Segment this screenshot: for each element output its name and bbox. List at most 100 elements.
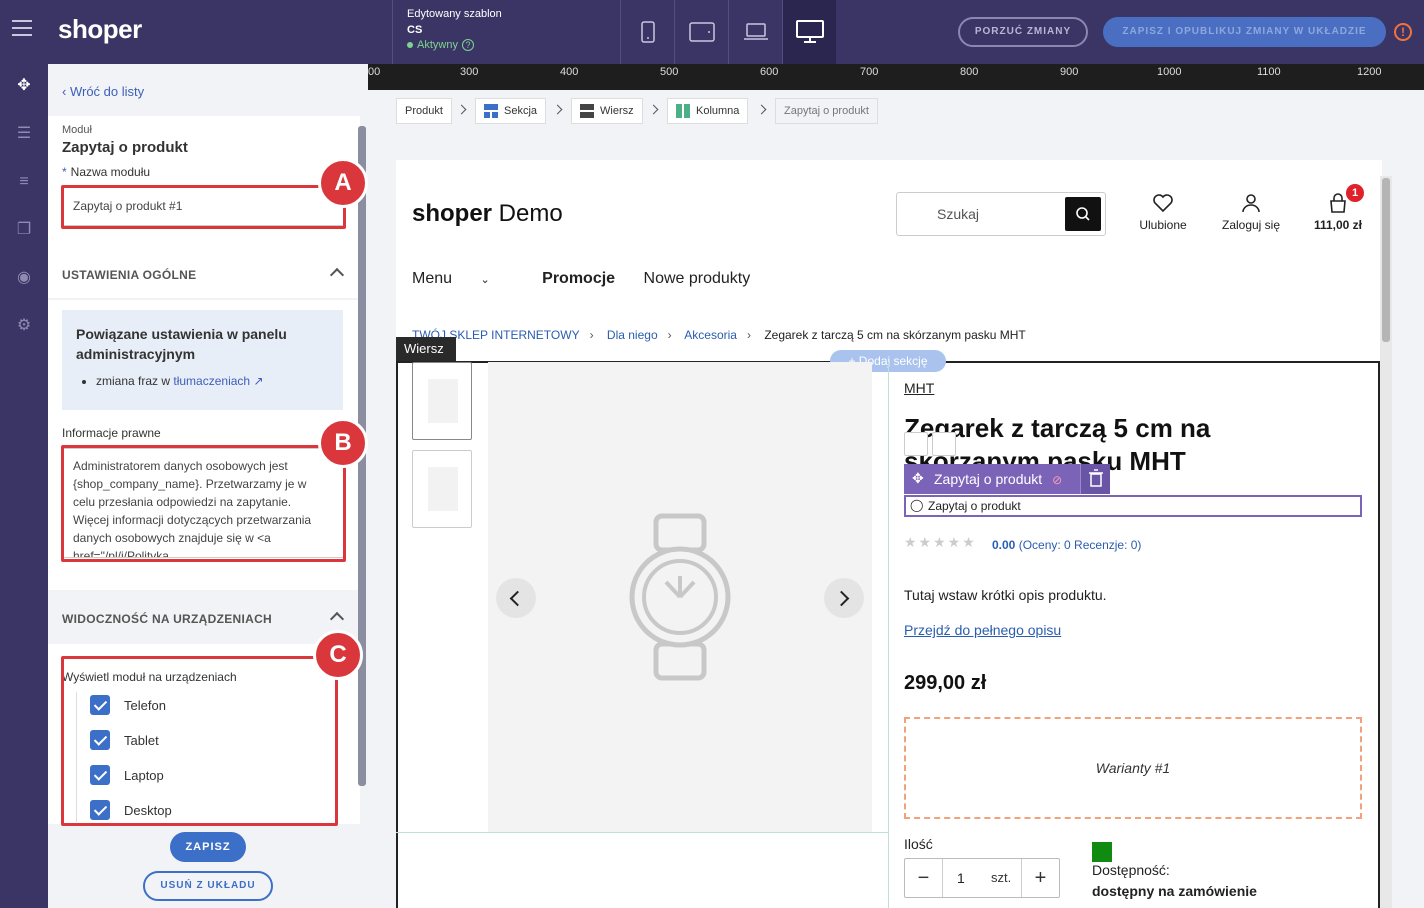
store-search-input[interactable]: Szukaj	[896, 192, 1106, 236]
variants-placeholder[interactable]: Warianty #1	[904, 717, 1362, 819]
related-settings-box: Powiązane ustawienia w panelu administra…	[62, 310, 343, 410]
phone-icon[interactable]	[620, 0, 674, 64]
availability-value: dostępny na zamówienie	[1092, 883, 1257, 899]
panel-footer: ZAPISZ USUŃ Z UKŁADU	[48, 824, 368, 908]
ruler-label: 800	[960, 66, 979, 78]
move-icon[interactable]: ✥	[912, 470, 924, 487]
publish-button[interactable]: ZAPISZ I OPUBLIKUJ ZMIANY W UKŁADZIE	[1103, 17, 1386, 47]
nav-new-products[interactable]: Nowe produkty	[644, 270, 751, 287]
increment-button[interactable]: +	[1021, 859, 1059, 897]
save-button[interactable]: ZAPISZ	[170, 832, 246, 862]
breadcrumb-module: Zapytaj o produkt	[775, 98, 878, 124]
remove-from-layout-button[interactable]: USUŃ Z UKŁADU	[143, 871, 273, 901]
product-main-image[interactable]	[488, 362, 872, 832]
cart-total: 111,00 zł	[1313, 218, 1363, 232]
brand-link[interactable]: MHT	[904, 380, 934, 396]
short-description: Tutaj wstaw krótki opis produktu.	[904, 587, 1107, 603]
module-label: Moduł	[62, 124, 92, 136]
row-guide	[396, 832, 888, 833]
quantity-value[interactable]: 1	[957, 870, 965, 886]
rating-summary[interactable]: 0.00 (Oceny: 0 Recenzje: 0)	[992, 538, 1141, 552]
gear-icon[interactable]: ⚙	[14, 316, 34, 336]
breadcrumb-product[interactable]: Produkt	[396, 98, 452, 124]
section-icon[interactable]	[904, 432, 928, 456]
external-link-icon: ↗	[253, 374, 264, 388]
preview-scrollbar[interactable]	[1380, 176, 1392, 908]
heart-icon	[1152, 192, 1174, 214]
decrement-button[interactable]: −	[905, 859, 943, 897]
nav-menu-label: Menu	[412, 270, 453, 287]
row-icon	[580, 104, 594, 118]
app-logo: shoper	[58, 14, 142, 44]
breadcrumb-column[interactable]: Kolumna	[667, 98, 749, 124]
chevron-up-icon	[329, 267, 345, 283]
annotation-badge-b: B	[318, 418, 368, 468]
ruler-label: 1200	[1357, 66, 1382, 78]
pages-icon[interactable]: ❐	[14, 220, 34, 240]
visibility-header[interactable]: WIDOCZNOŚĆ NA URZĄDZENIACH	[48, 594, 360, 644]
visibility-title: WIDOCZNOŚĆ NA URZĄDZENIACH	[62, 612, 273, 626]
module-name-label-text: Nazwa modułu	[70, 165, 151, 179]
ruler-label: 700	[860, 66, 879, 78]
store-breadcrumb: TWÓJ SKLEP INTERNETOWY › Dla niego › Akces…	[412, 328, 1026, 342]
help-icon[interactable]: ?	[461, 39, 474, 51]
quantity-stepper[interactable]: − 1 szt. +	[904, 858, 1060, 898]
breadcrumb-label: Produkt	[405, 105, 443, 117]
laptop-icon[interactable]	[728, 0, 782, 64]
ruler: 00 300 400 500 600 700 800 900 1000 1100…	[368, 64, 1424, 90]
watch-thumbnail-icon	[428, 379, 458, 423]
product-thumbnail[interactable]	[412, 450, 472, 528]
translations-link[interactable]: tłumaczeniach	[173, 374, 250, 388]
module-toolbar[interactable]: ✥ Zapytaj o produkt ⊘	[904, 464, 1110, 494]
annotation-badge-a: A	[318, 158, 368, 208]
full-description-link[interactable]: Przejdź do pełnego opisu	[904, 622, 1061, 638]
product-info-column: MHT Zegarek z tarczą 5 cm na skórzanym p…	[888, 362, 1378, 908]
sections-icon[interactable]: ☰	[14, 124, 34, 144]
login-link[interactable]: Zaloguj się	[1216, 192, 1286, 232]
next-image-button[interactable]	[824, 578, 864, 618]
nav-menu[interactable]: Menu ⌄	[412, 270, 514, 287]
ask-about-product-module[interactable]: ◯ Zapytaj o produkt	[904, 495, 1362, 517]
required-mark: *	[62, 165, 67, 179]
trash-icon[interactable]	[1080, 464, 1110, 494]
ruler-label: 300	[460, 66, 479, 78]
chevron-right-icon	[552, 104, 563, 115]
crumb-link[interactable]: Akcesoria	[684, 328, 737, 342]
product-thumbnail[interactable]	[412, 362, 472, 440]
store-nav: Menu ⌄ Promocje Nowe produkty	[412, 270, 774, 288]
ask-about-product-label: Zapytaj o produkt	[928, 499, 1021, 513]
chevron-up-icon	[329, 611, 345, 627]
element-toolbar	[904, 432, 988, 456]
nav-promotions[interactable]: Promocje	[542, 270, 615, 287]
left-rail: ✥ ☰ ≡ ❐ ◉ ⚙	[0, 64, 48, 908]
general-settings-title: USTAWIENIA OGÓLNE	[62, 268, 197, 282]
quantity-unit: szt.	[991, 870, 1012, 885]
desktop-icon[interactable]	[782, 0, 836, 64]
general-settings-header[interactable]: USTAWIENIA OGÓLNE	[48, 250, 360, 300]
menu-icon[interactable]	[12, 20, 32, 40]
annotation-box-c	[61, 656, 338, 826]
move-icon[interactable]: ✥	[14, 76, 34, 96]
back-to-list-link[interactable]: ‹ Wróć do listy	[62, 84, 144, 99]
search-icon[interactable]	[1065, 197, 1101, 231]
palette-icon[interactable]: ◉	[14, 268, 34, 288]
breadcrumb-label: Sekcja	[504, 105, 538, 117]
scrollbar-thumb[interactable]	[1382, 178, 1390, 342]
quantity-label: Ilość	[904, 836, 933, 852]
breadcrumb-row[interactable]: Wiersz	[571, 98, 643, 124]
discard-changes-button[interactable]: PORZUĆ ZMIANY	[958, 17, 1088, 47]
tablet-icon[interactable]	[674, 0, 728, 64]
availability-label: Dostępność:	[1092, 862, 1170, 878]
breadcrumb-section[interactable]: Sekcja	[475, 98, 547, 124]
chevron-right-icon: ›	[746, 328, 751, 342]
favorites-link[interactable]: Ulubione	[1134, 192, 1192, 232]
rows-icon[interactable]: ≡	[14, 172, 34, 192]
column-icon[interactable]	[960, 432, 984, 456]
warning-icon[interactable]: !	[1394, 23, 1412, 41]
prev-image-button[interactable]	[496, 578, 536, 618]
ruler-label: 00	[368, 66, 381, 78]
breadcrumb-label: Wiersz	[600, 105, 634, 117]
user-icon	[1240, 192, 1262, 214]
crumb-link[interactable]: Dla niego	[607, 328, 658, 342]
row-icon[interactable]	[932, 432, 956, 456]
